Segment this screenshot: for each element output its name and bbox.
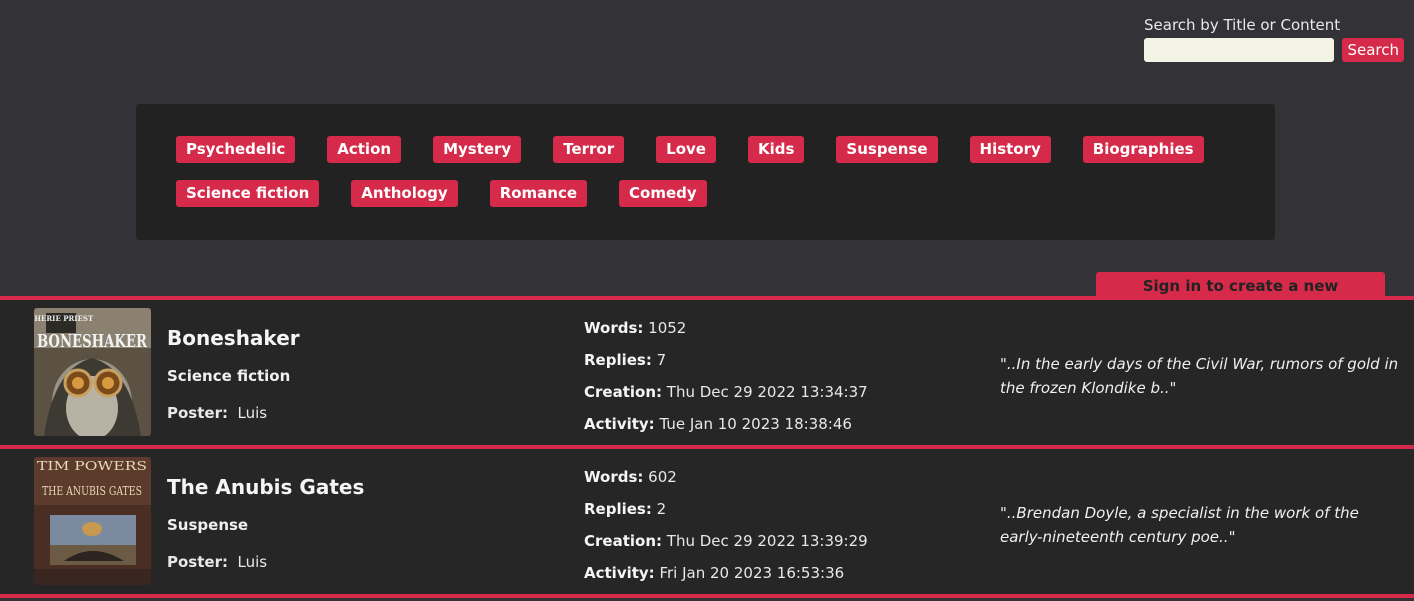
search-row: Search <box>1144 38 1404 62</box>
activity-stat: Activity: Tue Jan 10 2023 18:38:46 <box>584 413 868 445</box>
search-button[interactable]: Search <box>1342 38 1404 62</box>
discussion-stats: Words: 602 Replies: 2 Creation: Thu Dec … <box>584 466 868 594</box>
discussion-row[interactable]: CHERIE PRIEST BONESHAKER Boneshaker Scie… <box>0 296 1414 445</box>
replies-stat: Replies: 2 <box>584 498 868 530</box>
activity-value: Tue Jan 10 2023 18:38:46 <box>659 415 852 433</box>
discussion-title[interactable]: Boneshaker <box>167 326 300 350</box>
discussion-list: CHERIE PRIEST BONESHAKER Boneshaker Scie… <box>0 296 1414 598</box>
discussion-excerpt: "..In the early days of the Civil War, r… <box>1000 355 1399 397</box>
creation-value: Thu Dec 29 2022 13:39:29 <box>666 532 868 550</box>
genre-tag-suspense[interactable]: Suspense <box>836 136 938 163</box>
boneshaker-cover-art: CHERIE PRIEST BONESHAKER <box>34 308 151 436</box>
replies-stat: Replies: 7 <box>584 349 868 381</box>
discussion-excerpt: "..Brendan Doyle, a specialist in the wo… <box>1000 504 1359 546</box>
genre-row-1: Psychedelic Action Mystery Terror Love K… <box>176 136 1275 164</box>
words-value: 1052 <box>648 319 687 337</box>
poster-name: Luis <box>237 404 268 422</box>
search-input[interactable] <box>1144 38 1335 62</box>
activity-stat: Activity: Fri Jan 20 2023 16:53:36 <box>584 562 868 594</box>
genre-tag-history[interactable]: History <box>969 136 1051 163</box>
discussion-genre: Science fiction <box>167 367 291 385</box>
creation-label: Creation: <box>584 383 662 401</box>
genre-tag-mystery[interactable]: Mystery <box>433 136 522 163</box>
anubis-gates-cover-art: TIM POWERS THE ANUBIS GATES <box>34 457 151 585</box>
search-area: Search by Title or Content Search <box>1144 14 1404 62</box>
activity-label: Activity: <box>584 415 655 433</box>
activity-value: Fri Jan 20 2023 16:53:36 <box>659 564 845 582</box>
poster-label: Poster: <box>167 553 228 571</box>
words-stat: Words: 602 <box>584 466 868 498</box>
genre-row-2: Science fiction Anthology Romance Comedy <box>176 180 1275 208</box>
genre-tag-anthology[interactable]: Anthology <box>351 180 458 207</box>
book-cover-image[interactable]: CHERIE PRIEST BONESHAKER <box>34 308 151 436</box>
discussion-genre: Suspense <box>167 516 249 534</box>
words-label: Words: <box>584 319 644 337</box>
replies-value: 7 <box>656 351 667 369</box>
genre-tag-kids[interactable]: Kids <box>747 136 805 163</box>
cover-title-text: THE ANUBIS GATES <box>42 484 142 498</box>
genre-tag-comedy[interactable]: Comedy <box>619 180 707 207</box>
genre-tag-biographies[interactable]: Biographies <box>1082 136 1204 163</box>
activity-label: Activity: <box>584 564 655 582</box>
replies-label: Replies: <box>584 351 652 369</box>
cover-author-text: TIM POWERS <box>37 459 147 473</box>
discussion-stats: Words: 1052 Replies: 7 Creation: Thu Dec… <box>584 317 868 445</box>
replies-label: Replies: <box>584 500 652 518</box>
discussion-poster: Poster: Luis <box>167 553 267 571</box>
poster-name: Luis <box>237 553 268 571</box>
cover-title-text: BONESHAKER <box>37 331 148 352</box>
genre-tag-psychedelic[interactable]: Psychedelic <box>176 136 296 163</box>
book-cover-image[interactable]: TIM POWERS THE ANUBIS GATES <box>34 457 151 585</box>
creation-value: Thu Dec 29 2022 13:34:37 <box>666 383 868 401</box>
words-label: Words: <box>584 468 644 486</box>
words-stat: Words: 1052 <box>584 317 868 349</box>
creation-label: Creation: <box>584 532 662 550</box>
cover-author-text: CHERIE PRIEST <box>34 314 94 323</box>
genre-tag-science-fiction[interactable]: Science fiction <box>176 180 320 207</box>
genre-tag-action[interactable]: Action <box>327 136 402 163</box>
words-value: 602 <box>648 468 677 486</box>
search-label: Search by Title or Content <box>1144 16 1341 34</box>
discussion-poster: Poster: Luis <box>167 404 267 422</box>
genre-tag-terror[interactable]: Terror <box>553 136 625 163</box>
genre-panel: Psychedelic Action Mystery Terror Love K… <box>136 104 1275 240</box>
genre-tag-love[interactable]: Love <box>656 136 716 163</box>
creation-stat: Creation: Thu Dec 29 2022 13:39:29 <box>584 530 868 562</box>
sign-in-create-discussion-button[interactable]: Sign in to create a new discussion... <box>1096 272 1385 323</box>
replies-value: 2 <box>656 500 667 518</box>
discussion-row[interactable]: TIM POWERS THE ANUBIS GATES The Anubis G… <box>0 445 1414 598</box>
creation-stat: Creation: Thu Dec 29 2022 13:34:37 <box>584 381 868 413</box>
poster-label: Poster: <box>167 404 228 422</box>
genre-tag-romance[interactable]: Romance <box>489 180 588 207</box>
discussion-title[interactable]: The Anubis Gates <box>167 475 364 499</box>
